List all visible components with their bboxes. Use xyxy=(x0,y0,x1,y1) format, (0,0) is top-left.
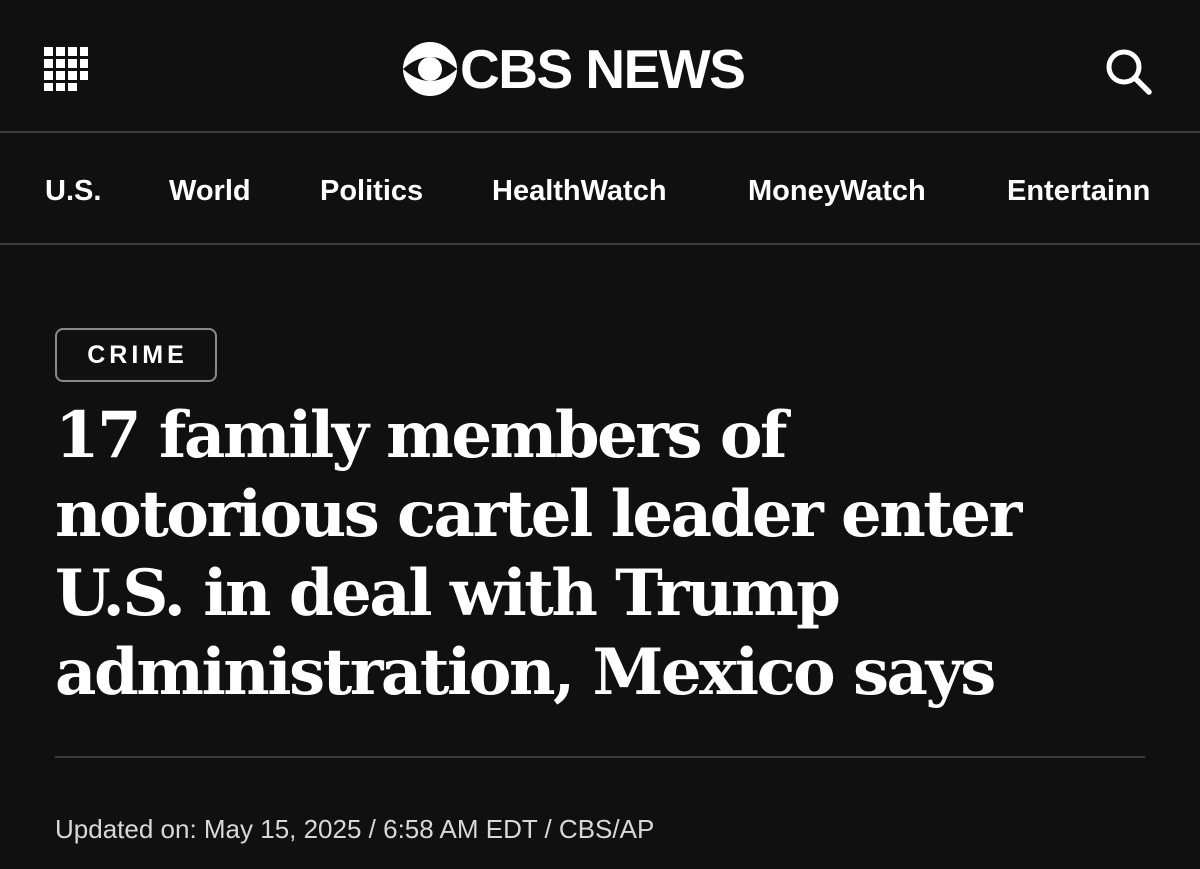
cbs-news-logo[interactable]: CBS NEWS xyxy=(402,38,746,100)
nav-item-politics[interactable]: Politics xyxy=(320,173,423,209)
nav-overflow-mask xyxy=(1156,133,1200,243)
site-header: CBS NEWS xyxy=(0,0,1200,133)
nav-item-world[interactable]: World xyxy=(169,173,251,209)
grid-menu-icon[interactable] xyxy=(44,47,88,91)
nav-item-us[interactable]: U.S. xyxy=(45,173,101,209)
section-nav: U.S. World Politics HealthWatch MoneyWat… xyxy=(0,133,1200,245)
cbs-eye-icon xyxy=(403,42,457,96)
category-badge[interactable]: CRIME xyxy=(55,328,217,382)
article-page: CBS NEWS U.S. World Politics HealthWatch… xyxy=(0,0,1200,869)
search-icon[interactable] xyxy=(1103,46,1153,96)
nav-item-entertainment[interactable]: Entertainn xyxy=(1007,173,1150,209)
article-byline: Updated on: May 15, 2025 / 6:58 AM EDT /… xyxy=(55,814,655,844)
divider xyxy=(55,756,1145,758)
article-headline: 17 family members of notorious cartel le… xyxy=(55,398,1022,710)
nav-item-moneywatch[interactable]: MoneyWatch xyxy=(748,173,926,209)
nav-item-healthwatch[interactable]: HealthWatch xyxy=(492,173,667,209)
logo-wordmark: CBS NEWS xyxy=(460,38,746,100)
